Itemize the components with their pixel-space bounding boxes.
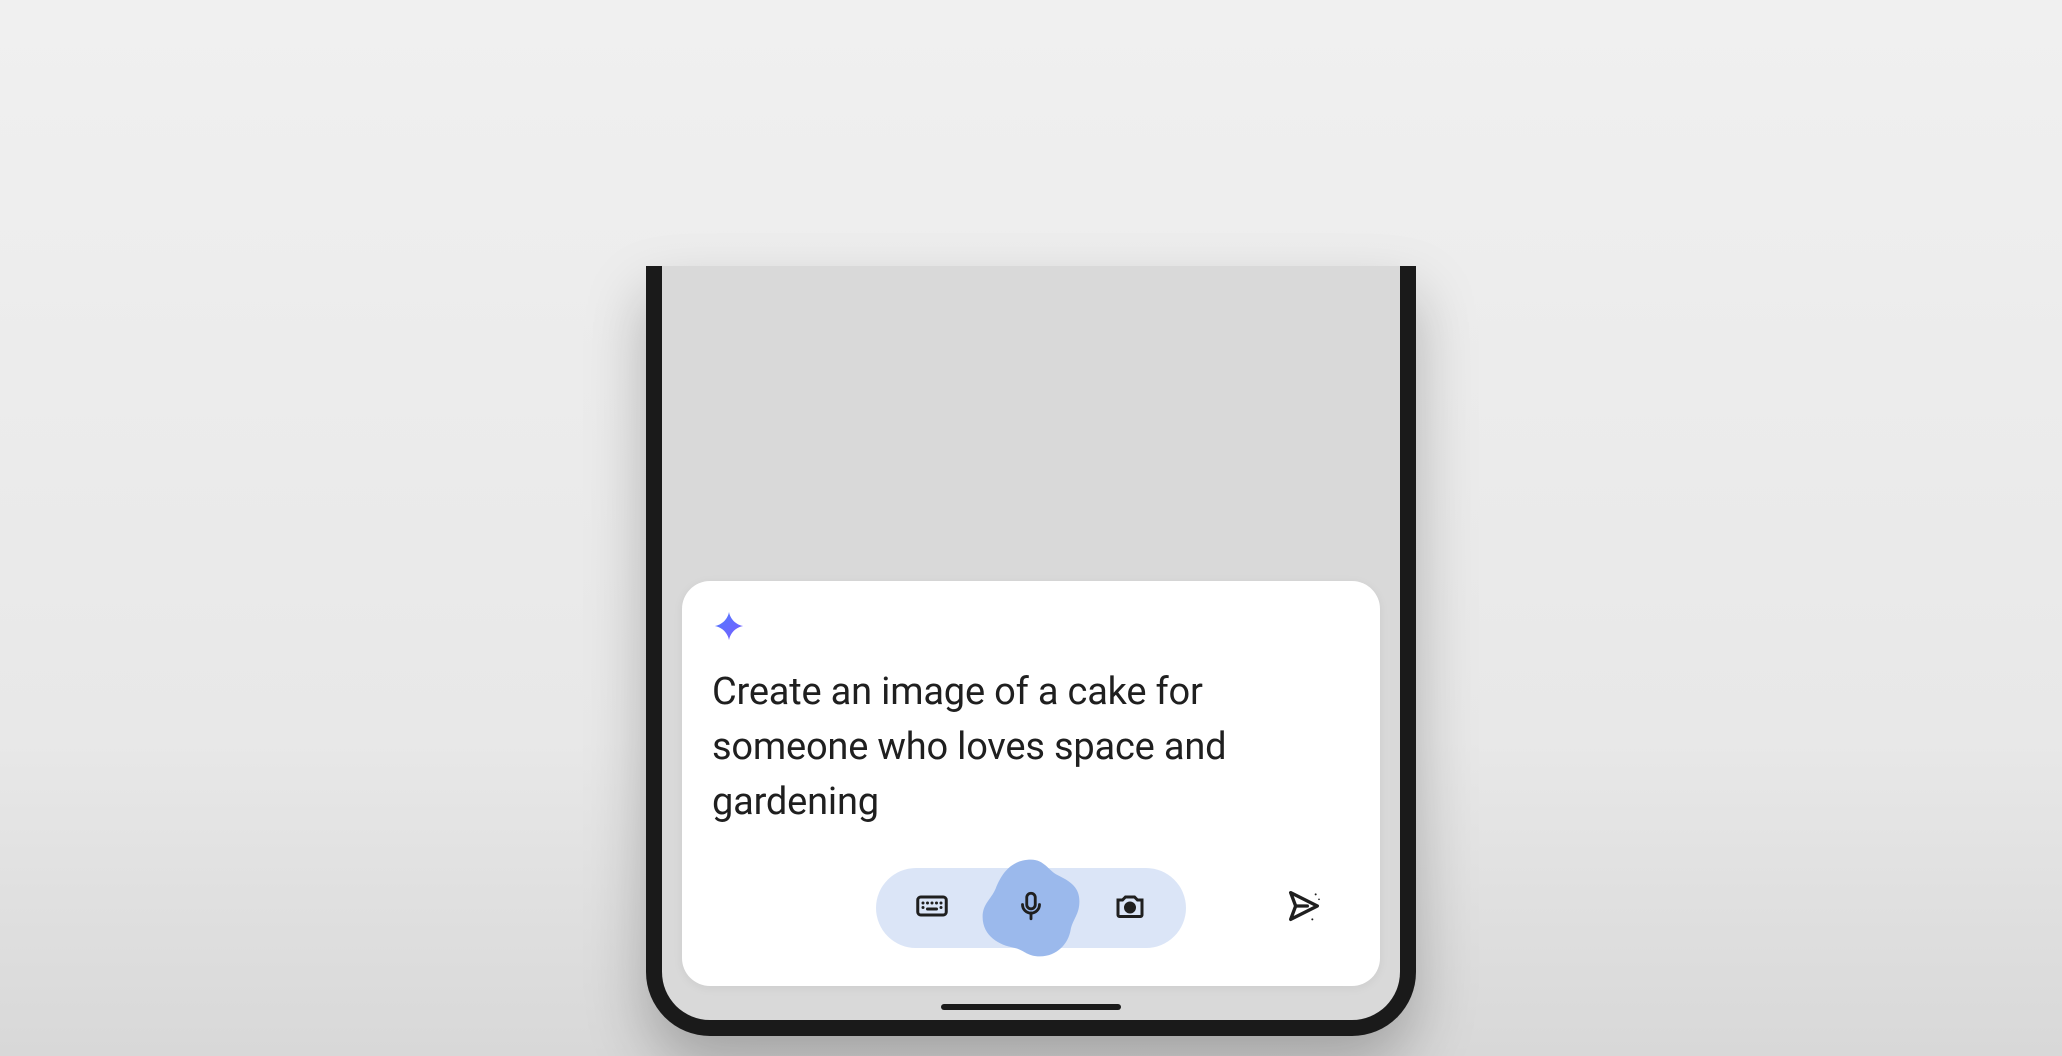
keyboard-icon [914, 888, 950, 928]
camera-button[interactable] [1082, 868, 1178, 948]
phone-screen: Create an image of a cake for someone wh… [662, 266, 1400, 1020]
input-mode-pill [876, 868, 1186, 948]
microphone-icon [1014, 889, 1048, 927]
send-button[interactable] [1276, 880, 1332, 936]
input-controls-row [712, 858, 1350, 958]
phone-frame: Create an image of a cake for someone wh… [646, 266, 1416, 1036]
assistant-prompt-card: Create an image of a cake for someone wh… [682, 581, 1380, 986]
microphone-button[interactable] [976, 853, 1086, 963]
keyboard-button[interactable] [884, 868, 980, 948]
send-icon [1284, 886, 1324, 930]
home-indicator[interactable] [941, 1004, 1121, 1010]
camera-icon [1112, 888, 1148, 928]
prompt-text[interactable]: Create an image of a cake for someone wh… [712, 665, 1350, 830]
sparkle-icon [712, 609, 1350, 647]
phone-mockup: Create an image of a cake for someone wh… [646, 266, 1416, 1036]
